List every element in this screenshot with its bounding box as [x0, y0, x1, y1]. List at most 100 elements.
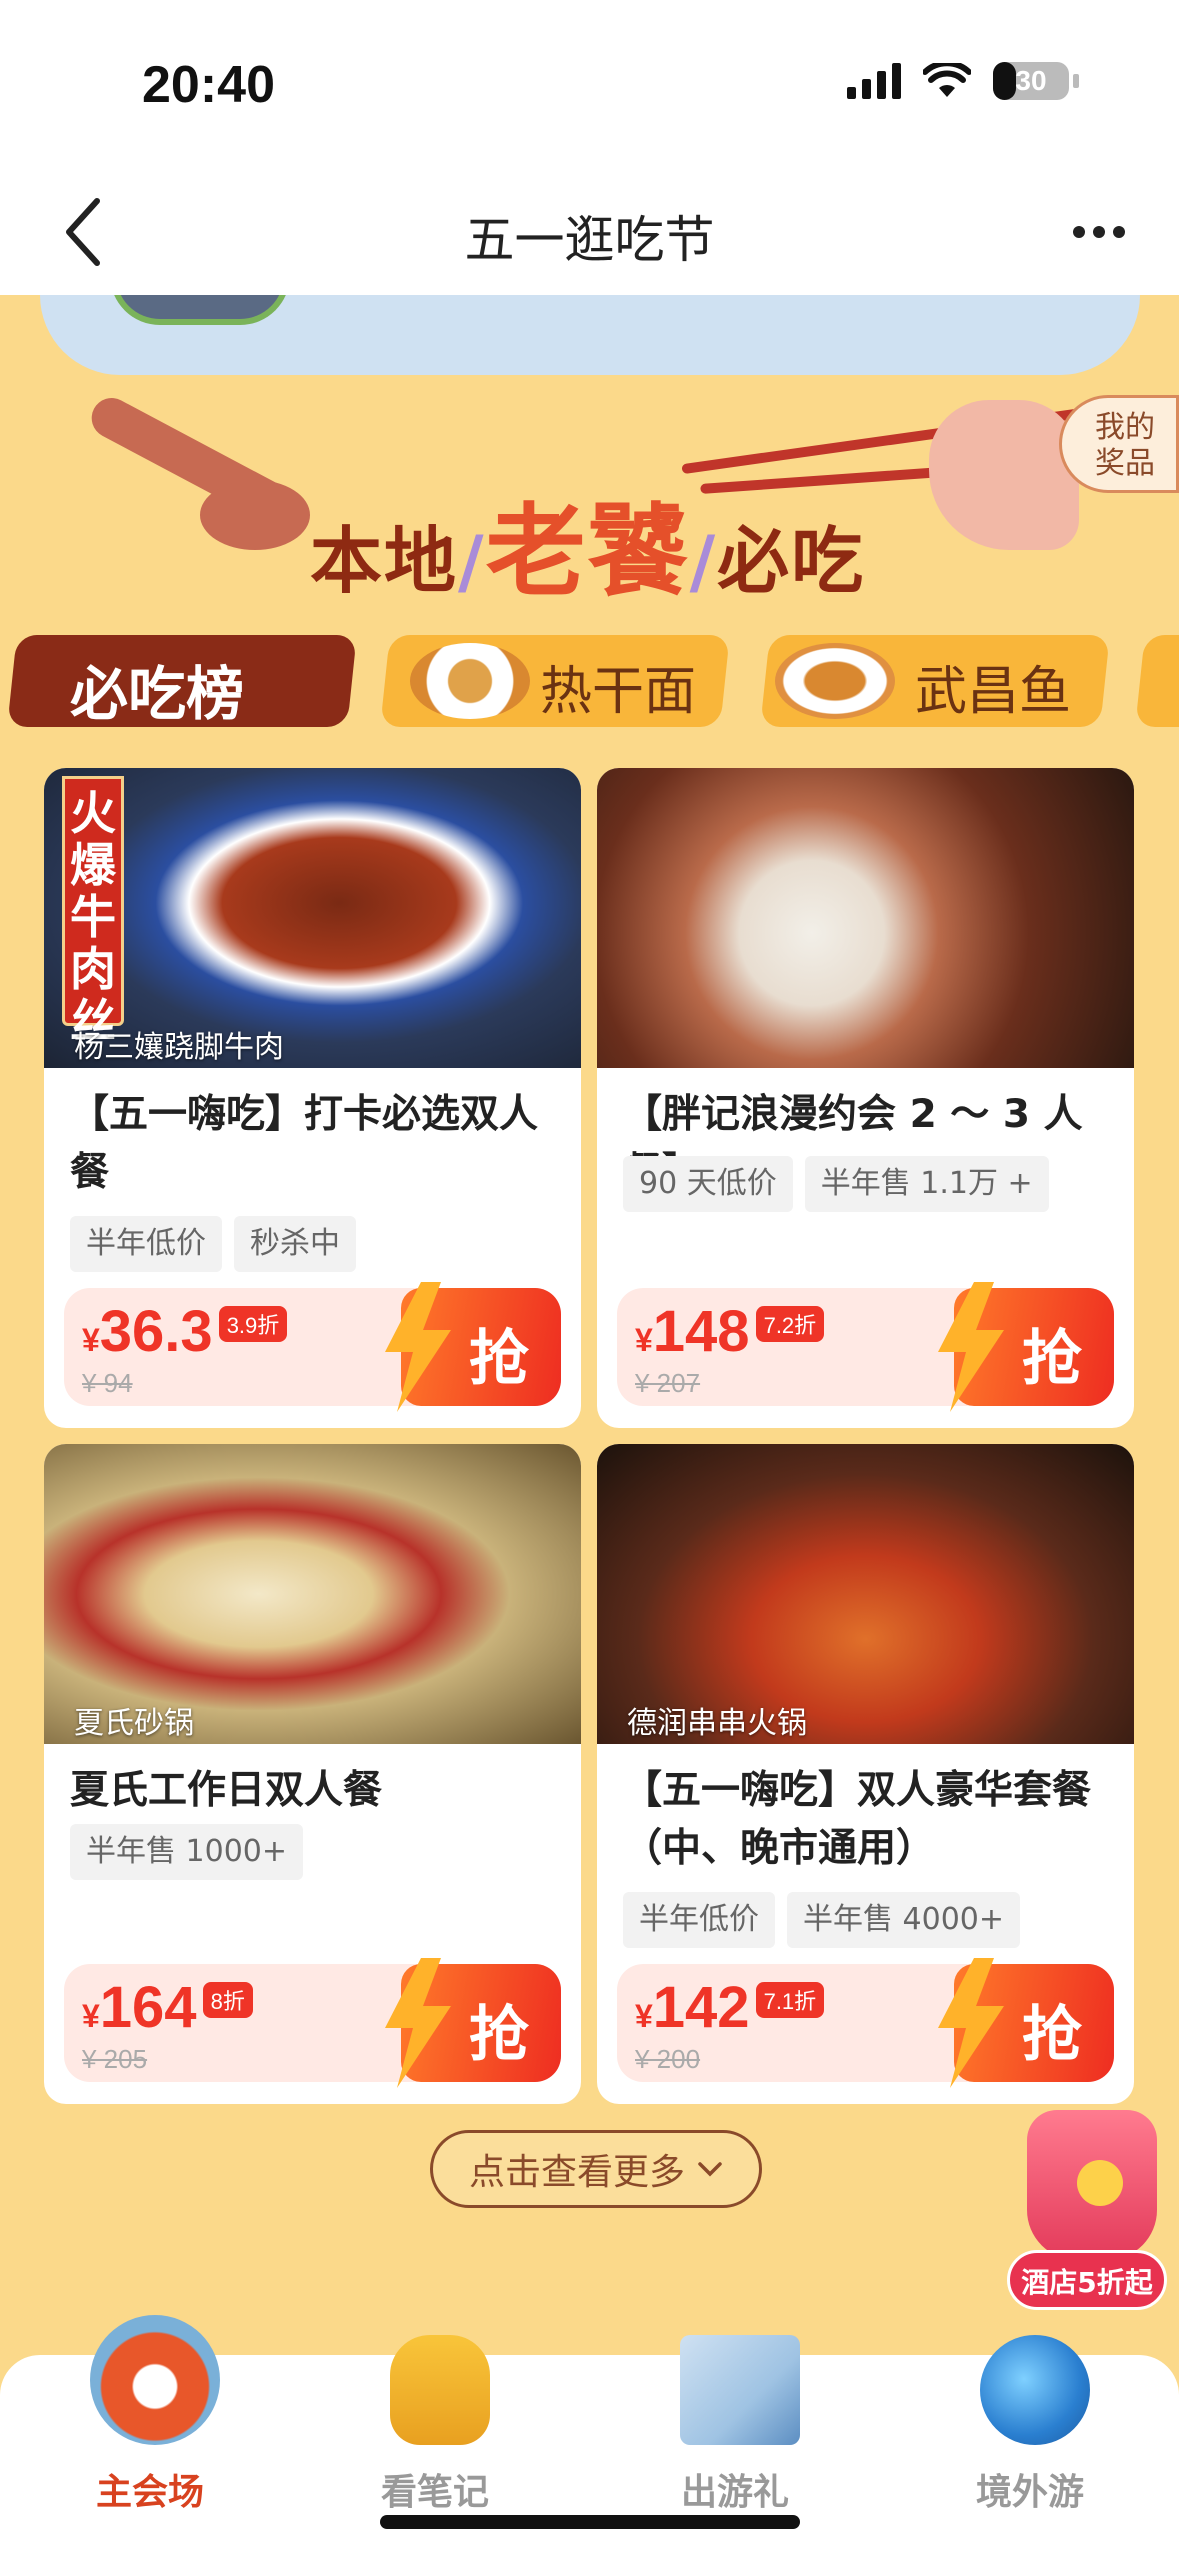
grab-label: 抢: [1022, 1324, 1082, 1394]
current-price: ¥148 7.2折: [635, 1298, 825, 1365]
bottom-tab-label: 主会场: [95, 2472, 204, 2513]
product-title: 【五一嗨吃】打卡必选双人餐: [70, 1092, 539, 1195]
price-box: ¥148 7.2折 ¥ 207 抢: [617, 1282, 1114, 1412]
status-time: 20:40: [142, 56, 275, 114]
backpack-icon: [390, 2335, 490, 2445]
tag-row: 半年低价 秒杀中: [70, 1216, 356, 1272]
product-card[interactable]: 德润串串火锅 【五一嗨吃】双人豪华套餐（中、晚市通用） 半年低价 半年售 400…: [597, 1444, 1134, 2104]
grab-button[interactable]: 抢: [385, 1958, 561, 2088]
more-dot-icon: [1113, 226, 1125, 238]
bottom-tab-label: 看笔记: [380, 2472, 489, 2513]
hero-banner: 本地/老饕/必吃 我的 奖品: [0, 295, 1179, 635]
red-packet-icon: [1027, 2110, 1157, 2260]
product-card[interactable]: 火爆牛肉丝 杨三孃跷脚牛肉 【五一嗨吃】打卡必选双人餐 半年低价 秒杀中 ¥36…: [44, 768, 581, 1428]
map-pin-icon: [680, 2335, 800, 2445]
hero-title: 本地/老饕/必吃: [310, 470, 865, 615]
nav-bar: 五一逛吃节: [0, 170, 1179, 295]
tag-row: 90 天低价 半年售 1.1万 +: [623, 1156, 1049, 1212]
lightning-icon: [385, 1958, 451, 2088]
price-value: 36.3: [99, 1299, 213, 1364]
battery-cap: [1073, 74, 1079, 88]
my-prizes-button[interactable]: 我的 奖品: [1059, 395, 1179, 493]
lightning-icon: [938, 1282, 1004, 1412]
grab-label: 抢: [1022, 2000, 1082, 2070]
original-price: ¥ 207: [635, 1368, 701, 1398]
home-indicator: [380, 2515, 800, 2529]
price-box: ¥142 7.1折 ¥ 200 抢: [617, 1958, 1114, 2088]
dish-name-label: 火爆牛肉丝: [62, 776, 124, 1047]
product-card[interactable]: 【胖记浪漫约会 2 ～ 3 人餐】 90 天低价 半年售 1.1万 + ¥148…: [597, 768, 1134, 1428]
hero-title-part2: 老饕: [485, 493, 690, 610]
product-tag: 半年售 4000+: [787, 1892, 1021, 1948]
price-value: 164: [99, 1975, 197, 2040]
my-prizes-line2: 奖品: [1095, 446, 1155, 481]
battery-percent: 30: [1015, 65, 1047, 96]
more-options-button[interactable]: [1059, 192, 1139, 272]
shop-name: 德润串串火锅: [627, 1706, 807, 1741]
currency-symbol: ¥: [82, 1322, 100, 1358]
product-card[interactable]: 夏氏砂锅 夏氏工作日双人餐 半年售 1000+ ¥164 8折 ¥ 205 抢: [44, 1444, 581, 2104]
divider-decoration: /: [689, 521, 718, 603]
shop-name: 杨三孃跷脚牛肉: [74, 1030, 284, 1065]
grab-button[interactable]: 抢: [938, 1958, 1114, 2088]
grab-label: 抢: [469, 1324, 529, 1394]
price-box: ¥36.3 3.9折 ¥ 94 抢: [64, 1282, 561, 1412]
cellular-signal-icon: [847, 63, 901, 99]
tab-hot-dry-noodles-label[interactable]: 热干面: [540, 649, 696, 724]
currency-symbol: ¥: [635, 1998, 653, 2034]
fish-icon: [775, 643, 895, 719]
shop-name: 夏氏砂锅: [74, 1706, 194, 1741]
status-bar: 20:40 30: [0, 0, 1179, 170]
hero-title-part1: 本地: [310, 519, 459, 603]
more-dot-icon: [1073, 226, 1085, 238]
product-tag: 90 天低价: [623, 1156, 793, 1212]
hand-decoration: [929, 400, 1079, 550]
bottom-tab-label: 出游礼: [680, 2472, 789, 2513]
lightning-icon: [938, 1958, 1004, 2088]
noodles-icon: [410, 643, 530, 719]
product-title: 夏氏工作日双人餐: [70, 1768, 383, 1813]
more-dot-icon: [1093, 226, 1105, 238]
globe-plane-icon: [980, 2335, 1090, 2445]
price-value: 142: [652, 1975, 750, 2040]
view-more-button[interactable]: 点击查看更多: [430, 2130, 762, 2208]
product-tag: 半年低价: [70, 1216, 222, 1272]
battery-icon: 30: [993, 62, 1069, 100]
product-tag: 半年低价: [623, 1892, 775, 1948]
chevron-down-icon: [698, 2162, 722, 2177]
tab-must-eat-label[interactable]: 必吃榜: [70, 647, 244, 731]
current-price: ¥142 7.1折: [635, 1974, 825, 2041]
original-price: ¥ 94: [82, 1368, 133, 1398]
product-title: 【五一嗨吃】双人豪华套餐（中、晚市通用）: [623, 1768, 1092, 1871]
hero-title-part3: 必吃: [717, 519, 866, 603]
hotel-discount-float[interactable]: 酒店5折起: [1007, 2110, 1167, 2310]
price-value: 148: [652, 1299, 750, 1364]
currency-symbol: ¥: [82, 1998, 100, 2034]
page-title: 五一逛吃节: [464, 211, 715, 269]
wifi-icon: [923, 63, 971, 97]
current-price: ¥164 8折: [82, 1974, 253, 2041]
grab-button[interactable]: 抢: [938, 1282, 1114, 1412]
bottom-tab-label: 境外游: [975, 2472, 1084, 2513]
status-icons: 30: [847, 62, 1079, 100]
original-price: ¥ 205: [82, 2044, 148, 2074]
grab-button[interactable]: 抢: [385, 1282, 561, 1412]
discount-badge: 3.9折: [218, 1306, 288, 1342]
discount-badge: 7.1折: [755, 1982, 825, 2018]
product-image: [597, 768, 1134, 1068]
tab-next-partial[interactable]: [1135, 635, 1179, 727]
currency-symbol: ¥: [635, 1322, 653, 1358]
view-more-label: 点击查看更多: [468, 2152, 685, 2193]
bottom-tab-overseas[interactable]: 境外游: [930, 2335, 1130, 2556]
hotel-discount-label: 酒店5折起: [1007, 2250, 1167, 2310]
product-tag: 半年售 1.1万 +: [804, 1156, 1049, 1212]
category-tabs: 必吃榜 热干面 武昌鱼: [0, 635, 1179, 735]
original-price: ¥ 200: [635, 2044, 701, 2074]
bottom-tab-main-venue[interactable]: 主会场: [50, 2315, 250, 2556]
grab-label: 抢: [469, 2000, 529, 2070]
price-box: ¥164 8折 ¥ 205 抢: [64, 1958, 561, 2088]
red-panda-icon: [90, 2315, 220, 2445]
discount-badge: 8折: [202, 1982, 253, 2018]
current-price: ¥36.3 3.9折: [82, 1298, 288, 1365]
tab-wuchang-fish-label[interactable]: 武昌鱼: [915, 649, 1071, 724]
